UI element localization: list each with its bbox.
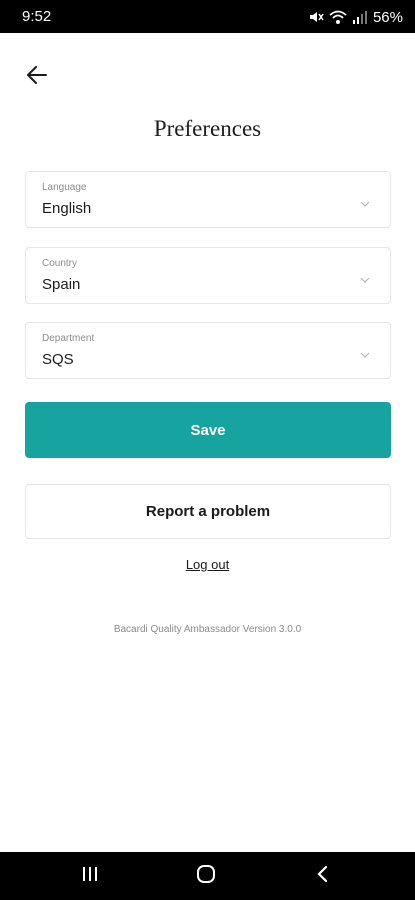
nav-back-button[interactable]: [308, 864, 336, 888]
department-label: Department: [42, 333, 95, 344]
logout-link[interactable]: Log out: [0, 557, 415, 572]
chevron-down-icon: [360, 271, 370, 283]
home-button[interactable]: [192, 864, 220, 888]
system-nav-bar: [0, 852, 415, 900]
report-problem-button[interactable]: Report a problem: [25, 484, 391, 539]
page-title: Preferences: [153, 116, 262, 141]
chevron-down-icon: [360, 346, 370, 358]
department-select[interactable]: Department SQS: [25, 322, 391, 379]
chevron-down-icon: [360, 195, 370, 207]
signal-icon: [352, 9, 368, 25]
save-button[interactable]: Save: [25, 402, 391, 458]
wifi-icon: [329, 9, 347, 25]
recent-apps-button[interactable]: [76, 864, 104, 888]
battery-percentage: 56%: [372, 8, 403, 26]
arrow-left-icon: [27, 65, 47, 89]
home-icon: [196, 864, 216, 889]
status-time: 9:52: [22, 8, 52, 25]
language-label: Language: [42, 182, 87, 193]
language-value: English: [42, 200, 92, 217]
country-select[interactable]: Country Spain: [25, 247, 391, 304]
chevron-left-icon: [316, 865, 328, 888]
status-icons: 56%: [308, 7, 403, 27]
country-label: Country: [42, 258, 78, 269]
language-select[interactable]: Language English: [25, 171, 391, 228]
version-text: Bacardi Quality Ambassador Version 3.0.0: [113, 624, 302, 635]
status-bar: 9:52 56%: [0, 0, 415, 33]
mute-icon: [308, 9, 324, 25]
back-button[interactable]: [22, 62, 52, 92]
country-value: Spain: [42, 276, 81, 293]
recent-apps-icon: [81, 866, 99, 887]
department-value: SQS: [42, 351, 74, 368]
